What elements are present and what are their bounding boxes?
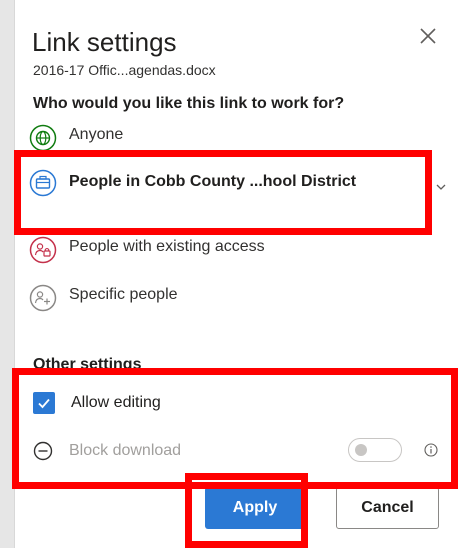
audience-question: Who would you like this link to work for… xyxy=(33,95,345,112)
globe-icon xyxy=(29,124,57,152)
option-organization-label: People in Cobb County ...hool District xyxy=(69,173,357,190)
option-anyone-label: Anyone xyxy=(69,126,124,143)
option-anyone[interactable]: Anyone xyxy=(29,124,123,152)
option-existing-access[interactable]: People with existing access xyxy=(29,236,265,264)
toggle-knob xyxy=(355,444,367,456)
block-download-label: Block download xyxy=(69,442,182,459)
briefcase-icon xyxy=(29,169,57,197)
allow-editing-checkbox[interactable] xyxy=(33,392,55,414)
allow-editing-row: Allow editing xyxy=(33,392,161,414)
info-icon[interactable] xyxy=(424,443,438,457)
apply-button[interactable]: Apply xyxy=(205,487,305,529)
option-specific-people-label: Specific people xyxy=(69,286,178,303)
option-specific-people[interactable]: Specific people xyxy=(29,284,178,312)
option-existing-access-label: People with existing access xyxy=(69,238,265,255)
allow-editing-label: Allow editing xyxy=(71,394,161,411)
block-download-icon xyxy=(33,441,53,461)
dialog-title: Link settings xyxy=(32,27,177,57)
block-download-row: Block download xyxy=(33,441,181,461)
people-add-icon xyxy=(29,284,57,312)
close-icon[interactable] xyxy=(416,24,440,48)
option-organization[interactable]: People in Cobb County ...hool District xyxy=(29,169,429,197)
file-name: 2016-17 Offic...agendas.docx xyxy=(33,62,216,78)
link-settings-dialog: Link settings 2016-17 Offic...agendas.do… xyxy=(14,0,458,548)
checkmark-icon xyxy=(38,398,50,409)
chevron-down-icon[interactable] xyxy=(435,182,447,192)
other-settings-header: Other settings xyxy=(33,356,142,373)
cancel-button[interactable]: Cancel xyxy=(336,487,439,529)
block-download-toggle[interactable] xyxy=(348,438,402,462)
people-lock-icon xyxy=(29,236,57,264)
